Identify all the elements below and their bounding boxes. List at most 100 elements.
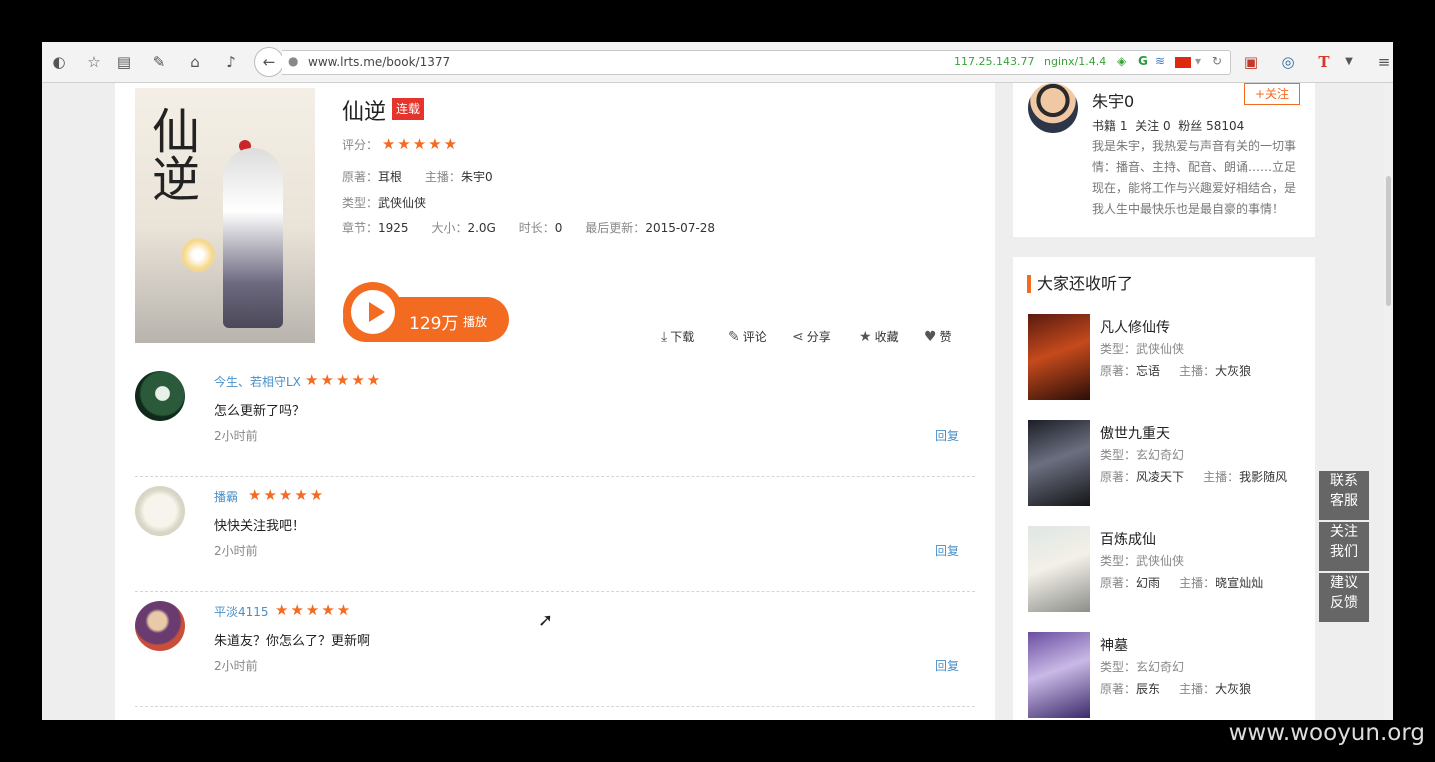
- home-icon[interactable]: ⌂: [184, 51, 206, 73]
- comment-text: 怎么更新了吗？: [214, 404, 306, 419]
- play-icon: [369, 302, 385, 322]
- avatar[interactable]: [1028, 83, 1078, 133]
- wave-extension-icon[interactable]: ≋: [1155, 54, 1165, 68]
- speaker-icon[interactable]: ♪: [220, 51, 242, 73]
- magnifier-extension-icon[interactable]: ◎: [1277, 51, 1299, 73]
- host-value: 大灰狼: [1215, 682, 1252, 696]
- share-icon: ⋖: [792, 329, 804, 345]
- recommend-type: 类型：武侠仙侠: [1100, 552, 1184, 569]
- type-label: 类型：: [1100, 660, 1137, 674]
- contact-service-button[interactable]: 联系 客服: [1319, 471, 1369, 520]
- page-scrollbar[interactable]: [1384, 83, 1393, 720]
- recommend-item[interactable]: 百炼成仙 类型：武侠仙侠 原著：幻雨 主播：晓宣灿灿: [1028, 526, 1308, 614]
- follows-label: 关注: [1135, 119, 1160, 133]
- float-label: 客服: [1330, 493, 1358, 509]
- recommend-credits: 原著：幻雨 主播：晓宣灿灿: [1100, 574, 1263, 591]
- recommend-cover[interactable]: [1028, 632, 1090, 718]
- recommend-type: 类型：玄幻奇幻: [1100, 446, 1184, 463]
- back-button[interactable]: ←: [254, 47, 284, 77]
- reply-link[interactable]: 回复: [935, 427, 959, 444]
- recommend-cover[interactable]: [1028, 526, 1090, 612]
- comment-time: 2小时前: [214, 659, 258, 673]
- browser-window: ◐ ☆ ▤ ✎ ⌂ ♪ ← ● www.lrts.me/book/1377 11…: [42, 42, 1393, 720]
- author-label: 原著：: [1100, 470, 1137, 484]
- anchor-card: 朱宇0 +关注 书籍 1 关注 0 粉丝 58104 我是朱宇，我热爱与声音有关…: [1013, 83, 1315, 237]
- recommend-title[interactable]: 凡人修仙传: [1100, 317, 1170, 337]
- shield-icon[interactable]: ◈: [1117, 54, 1126, 68]
- avatar[interactable]: [135, 371, 185, 421]
- author-link[interactable]: 耳根: [378, 170, 402, 184]
- menu-icon[interactable]: ≡: [1373, 51, 1393, 73]
- reply-link[interactable]: 回复: [935, 657, 959, 674]
- type-label: 类型：: [1100, 448, 1137, 462]
- recommend-type: 类型：武侠仙侠: [1100, 340, 1184, 357]
- bookmark-star-icon[interactable]: ☆: [83, 51, 105, 73]
- reader-icon[interactable]: ▤: [113, 51, 135, 73]
- author-label: 原著：: [342, 170, 379, 184]
- comment-item: 今生、若相守LX ★★★★★ 怎么更新了吗？ 2小时前 回复: [135, 361, 975, 477]
- play-button[interactable]: 129万 播放: [343, 282, 509, 342]
- host-value: 晓宣灿灿: [1215, 576, 1264, 590]
- g-extension-icon[interactable]: G: [1138, 54, 1148, 68]
- feedback-button[interactable]: 建议 反馈: [1319, 573, 1369, 622]
- avatar[interactable]: [135, 601, 185, 651]
- recommend-title[interactable]: 百炼成仙: [1100, 529, 1156, 549]
- address-bar[interactable]: ● www.lrts.me/book/1377 117.25.143.77 ng…: [282, 50, 1231, 75]
- comment-user[interactable]: 播霸: [214, 488, 238, 505]
- reload-icon[interactable]: ↻: [1212, 54, 1222, 68]
- books-count: 1: [1119, 119, 1128, 133]
- rating-row: 评分： ★★★★★: [342, 135, 459, 153]
- wrench-icon[interactable]: ✎: [148, 51, 170, 73]
- heart-icon: ♥: [924, 329, 937, 345]
- serial-badge: 连载: [392, 98, 425, 120]
- recommend-cover[interactable]: [1028, 314, 1090, 400]
- avatar[interactable]: [135, 486, 185, 536]
- download-button[interactable]: ⤓ 下载: [661, 328, 694, 345]
- globe-icon: ●: [288, 54, 299, 68]
- comment-user[interactable]: 今生、若相守LX: [214, 373, 301, 390]
- rating-stars[interactable]: ★★★★★: [382, 135, 459, 153]
- recommend-title[interactable]: 神墓: [1100, 635, 1128, 655]
- recommend-item[interactable]: 傲世九重天 类型：玄幻奇幻 原著：风凌天下 主播：我影随风: [1028, 420, 1308, 508]
- recommend-item[interactable]: 神墓 类型：玄幻奇幻 原著：辰东 主播：大灰狼: [1028, 632, 1308, 720]
- scrollbar-thumb[interactable]: [1386, 176, 1391, 306]
- follows-count: 0: [1162, 119, 1171, 133]
- star-icon: ★: [859, 329, 872, 345]
- author-row: 原著：耳根 主播：朱宇0: [342, 168, 493, 185]
- comment-user[interactable]: 平淡4115: [214, 603, 269, 620]
- recommend-panel: 大家还收听了 凡人修仙传 类型：武侠仙侠 原著：忘语 主播：大灰狼 傲世九重天 …: [1013, 257, 1315, 720]
- favorite-button[interactable]: ★ 收藏: [859, 328, 899, 345]
- book-cover[interactable]: 仙逆: [135, 88, 315, 343]
- comment-button[interactable]: ✎ 评论: [728, 328, 767, 345]
- like-button[interactable]: ♥ 赞: [924, 328, 952, 345]
- type-link[interactable]: 武侠仙侠: [378, 196, 426, 210]
- host-label: 主播：: [1179, 576, 1216, 590]
- anchor-name[interactable]: 朱宇0: [1092, 88, 1134, 112]
- extension-dropdown-icon[interactable]: ▼: [1338, 51, 1360, 73]
- size-label: 大小：: [431, 221, 468, 235]
- fans-count: 58104: [1206, 119, 1245, 133]
- comment-time: 2小时前: [214, 429, 258, 443]
- share-button[interactable]: ⋖ 分享: [792, 328, 831, 345]
- recommend-item[interactable]: 凡人修仙传 类型：武侠仙侠 原著：忘语 主播：大灰狼: [1028, 314, 1308, 402]
- edit-icon: ✎: [728, 329, 740, 345]
- dropdown-icon[interactable]: ▾: [1195, 54, 1201, 68]
- type-label: 类型：: [1100, 554, 1137, 568]
- follow-us-button[interactable]: 关注 我们: [1319, 522, 1369, 571]
- reply-link[interactable]: 回复: [935, 542, 959, 559]
- recommend-title[interactable]: 傲世九重天: [1100, 423, 1170, 443]
- chapters-label: 章节：: [342, 221, 379, 235]
- host-link[interactable]: 朱宇0: [461, 170, 493, 184]
- recommend-credits: 原著：忘语 主播：大灰狼: [1100, 362, 1251, 379]
- comment-stars: ★★★★★: [275, 601, 353, 619]
- duration-label: 时长：: [518, 221, 555, 235]
- page-viewport: 仙逆 仙逆 连载 评分： ★★★★★ 原著：耳根 主播：朱宇0 类型：武侠仙侠 …: [42, 83, 1393, 720]
- comment-label: 评论: [742, 330, 767, 344]
- mask-icon[interactable]: ◐: [48, 51, 70, 73]
- share-label: 分享: [806, 330, 831, 344]
- recommend-cover[interactable]: [1028, 420, 1090, 506]
- author-value: 风凌天下: [1136, 470, 1185, 484]
- gift-extension-icon[interactable]: ▣: [1240, 51, 1262, 73]
- t-extension-icon[interactable]: T: [1313, 51, 1335, 73]
- follow-button[interactable]: +关注: [1244, 83, 1300, 105]
